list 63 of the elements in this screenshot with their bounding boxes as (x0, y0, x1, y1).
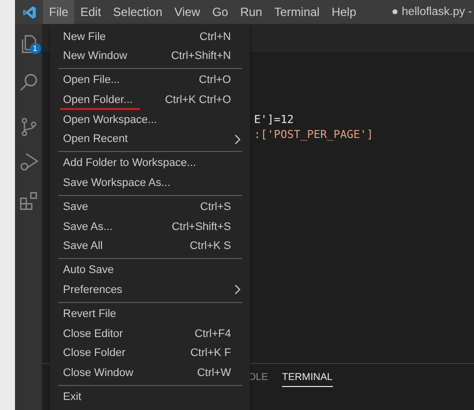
menu-item-label: Close Window (63, 366, 134, 379)
menu-bar-item[interactable]: Edit (74, 0, 108, 24)
menu-bar-item[interactable]: File (43, 0, 74, 24)
menu-item[interactable]: Save Workspace As... (50, 173, 250, 193)
menu-bar-item[interactable]: Help (326, 0, 362, 24)
debug-icon[interactable] (18, 151, 40, 173)
menu-item-label: Auto Save (63, 264, 114, 276)
extensions-icon[interactable] (18, 190, 40, 212)
menu-item-label: Preferences (63, 284, 122, 296)
menu-item[interactable]: Auto Save (50, 260, 250, 280)
menu-item[interactable]: Preferences (50, 280, 250, 300)
notification-badge: 1 (30, 43, 40, 54)
shortcut-label: Ctrl+S (200, 201, 231, 214)
shortcut-label: Ctrl+K S (190, 240, 231, 252)
menu-item[interactable]: Close Window Ctrl+W (50, 363, 250, 383)
menu-item[interactable]: Open File... Ctrl+O (50, 70, 250, 90)
menu-item[interactable]: Add Folder to Workspace... (50, 154, 250, 174)
menu-item[interactable]: Save All Ctrl+K S (50, 236, 250, 256)
menu-bar-item[interactable]: Selection (107, 0, 168, 24)
shortcut-label: Ctrl+K Ctrl+O (164, 94, 231, 106)
menu-bar-item[interactable]: View (168, 0, 206, 24)
menu-item[interactable]: New File Ctrl+N (50, 27, 250, 47)
menu-item-label: Open Folder... (63, 94, 133, 106)
menu-item-label: Open Workspace... (63, 114, 157, 126)
menu-item[interactable]: Open Workspace... (50, 110, 250, 130)
menu-item[interactable]: Close Folder Ctrl+K F (50, 343, 250, 363)
menu-item[interactable]: Exit (50, 387, 250, 407)
menu-bar-item[interactable]: Go (206, 0, 234, 24)
menu-item[interactable]: Revert File (50, 304, 250, 324)
menu-item[interactable]: Close Editor Ctrl+F4 (50, 324, 250, 344)
menu-item-label: Exit (63, 390, 82, 403)
menu-item-label: Close Folder (63, 347, 126, 360)
search-icon[interactable] (18, 71, 40, 93)
menu-item-label: Add Folder to Workspace... (63, 157, 196, 170)
menu-item-label: Open File... (63, 74, 120, 86)
shortcut-label: Ctrl+F4 (194, 328, 231, 340)
menu-item[interactable]: Open Recent (50, 129, 250, 150)
menu-item[interactable]: Save As... Ctrl+Shift+S (50, 216, 250, 236)
menu-item-label: Save Workspace As... (63, 176, 170, 189)
menu-item-label: Save (63, 201, 88, 214)
shortcut-label: Ctrl+Shift+N (171, 50, 231, 62)
menu-item-label: New Window (63, 50, 128, 62)
menu-item-label: Revert File (63, 308, 116, 320)
menu-item[interactable]: Save Ctrl+S (50, 197, 250, 217)
menu-bar-item[interactable]: Run (234, 0, 268, 24)
window-title: ● helloflask.py - (392, 6, 473, 18)
menu-item[interactable]: New Window Ctrl+Shift+N (50, 46, 250, 66)
menu-item-label: Open Recent (63, 133, 128, 146)
code-line: E']=12 (254, 112, 295, 127)
menu-bar-item[interactable]: Terminal (268, 0, 326, 24)
menu-item-label: Save As... (63, 220, 113, 233)
menu-item[interactable]: Open Folder... Ctrl+K Ctrl+O (50, 90, 250, 110)
code-line: :['POST_PER_PAGE'] (254, 127, 374, 142)
shortcut-label: Ctrl+O (198, 74, 231, 86)
shortcut-label: Ctrl+W (197, 366, 231, 379)
shortcut-label: Ctrl+N (200, 30, 231, 43)
panel-tab[interactable]: TERMINAL (282, 372, 333, 387)
logo-icon (22, 4, 37, 20)
menu-item-label: Save All (63, 240, 103, 252)
shortcut-label: Ctrl+Shift+S (172, 220, 231, 233)
shortcut-label: Ctrl+K F (190, 347, 231, 360)
menu-item-label: Close Editor (63, 328, 123, 340)
menu-item-label: New File (63, 30, 106, 43)
